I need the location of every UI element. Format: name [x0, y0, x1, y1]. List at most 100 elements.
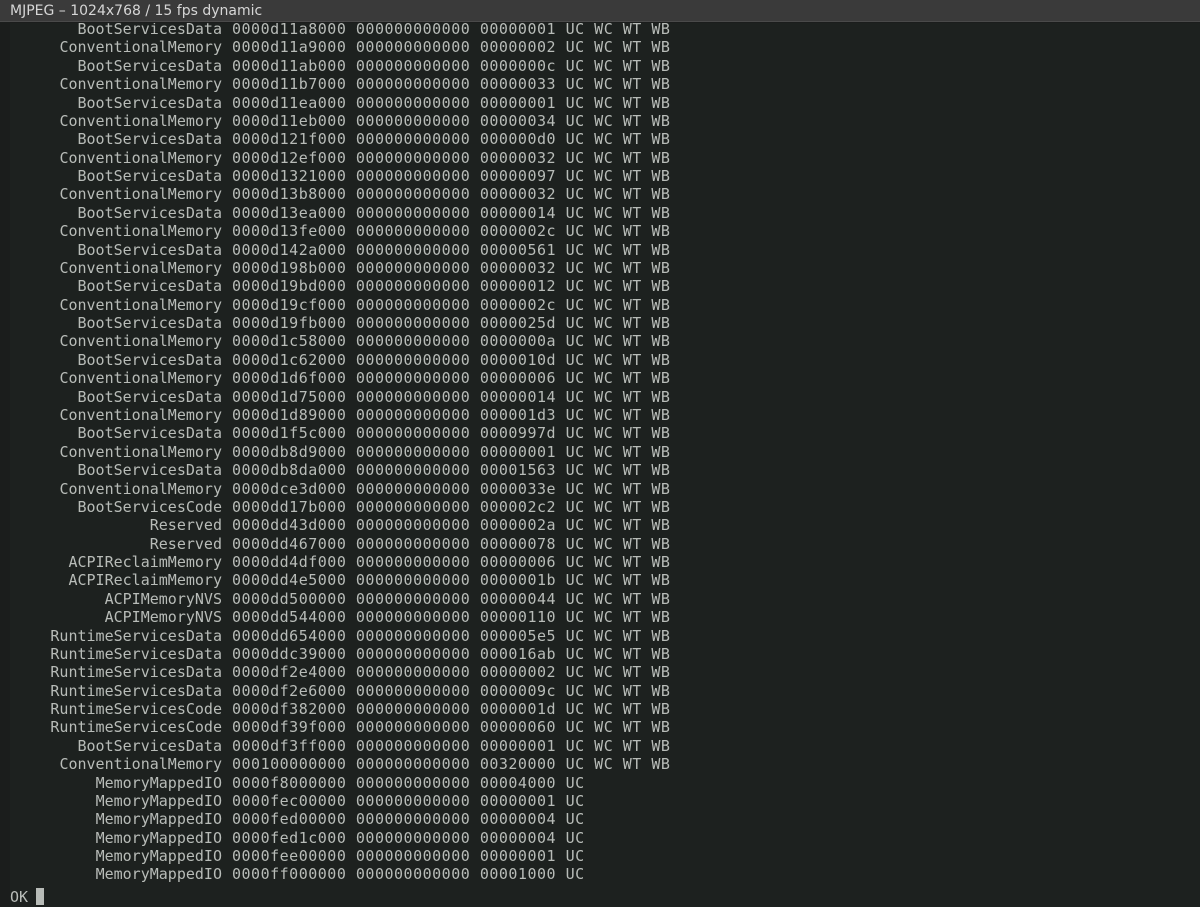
window-title: MJPEG – 1024x768 / 15 fps dynamic	[0, 0, 1200, 22]
attributes: UC WC WT WB	[565, 130, 671, 149]
memory-range-values: 0000d11a9000 000000000000 00000002 UC WC…	[232, 38, 670, 56]
physical-start: 0000fed1c000	[232, 828, 347, 847]
memory-range-values: 0000dd654000 000000000000 000005e5 UC WC…	[232, 627, 670, 645]
attributes: UC WC WT WB	[565, 516, 671, 535]
virtual-start: 000000000000	[355, 589, 471, 608]
physical-start: 0000dce3d000	[232, 479, 347, 498]
physical-start: 0000ddc39000	[232, 644, 347, 663]
memory-range-values: 0000d13b8000 000000000000 00000032 UC WC…	[232, 185, 670, 203]
attributes: UC	[565, 810, 585, 829]
virtual-start: 000000000000	[355, 203, 471, 222]
text-cursor	[36, 888, 45, 905]
attributes: UC WC WT WB	[565, 93, 671, 112]
attributes: UC WC WT WB	[565, 736, 671, 755]
page-count: 00000032	[479, 185, 557, 204]
attributes: UC WC WT WB	[565, 571, 671, 590]
memory-type: ConventionalMemory	[59, 38, 222, 57]
memory-range-values: 0000df39f000 000000000000 00000060 UC WC…	[232, 718, 670, 736]
attributes: UC WC WT WB	[565, 203, 671, 222]
memory-range-values: 000100000000 000000000000 00320000 UC WC…	[232, 755, 670, 773]
memory-range-values: 0000dd17b000 000000000000 000002c2 UC WC…	[232, 498, 670, 516]
page-count: 00000001	[479, 23, 557, 38]
attributes: UC WC WT WB	[565, 461, 671, 480]
attributes: UC	[565, 791, 585, 810]
virtual-start: 000000000000	[355, 865, 471, 884]
virtual-start: 000000000000	[355, 442, 471, 461]
page-count: 00000033	[479, 75, 557, 94]
memory-type: ConventionalMemory	[59, 442, 222, 461]
page-count: 000000d0	[479, 130, 557, 149]
attributes: UC WC WT WB	[565, 387, 671, 406]
virtual-start: 000000000000	[355, 828, 471, 847]
virtual-start: 000000000000	[355, 405, 471, 424]
attributes: UC WC WT WB	[565, 644, 671, 663]
page-count: 00000001	[479, 736, 557, 755]
memory-range-values: 0000df3ff000 000000000000 00000001 UC WC…	[232, 737, 670, 755]
physical-start: 0000d11eb000	[232, 111, 347, 130]
memory-type: ConventionalMemory	[59, 332, 222, 351]
page-count: 00320000	[479, 755, 557, 774]
memory-range-values: 0000dce3d000 000000000000 0000033e UC WC…	[232, 480, 670, 498]
memory-range-values: 0000db8da000 000000000000 00001563 UC WC…	[232, 461, 670, 479]
virtual-start: 000000000000	[355, 222, 471, 241]
physical-start: 0000d11b7000	[232, 75, 347, 94]
physical-start: 0000dd43d000	[232, 516, 347, 535]
page-count: 0000002c	[479, 295, 557, 314]
page-count: 00000032	[479, 258, 557, 277]
memory-type: ConventionalMemory	[59, 479, 222, 498]
virtual-start: 000000000000	[355, 23, 471, 38]
attributes: UC WC WT WB	[565, 479, 671, 498]
page-count: 0000010d	[479, 350, 557, 369]
page-count: 00000078	[479, 534, 557, 553]
memory-type: BootServicesData	[77, 240, 223, 259]
physical-start: 0000d142a000	[232, 240, 347, 259]
page-count: 0000000c	[479, 56, 557, 75]
page-count: 00000034	[479, 111, 557, 130]
virtual-start: 000000000000	[355, 791, 471, 810]
physical-start: 0000d11ea000	[232, 93, 347, 112]
physical-start: 0000dd4df000	[232, 553, 347, 572]
memory-range-values: 0000f8000000 000000000000 00004000 UC	[232, 774, 585, 792]
memory-range-values: 0000d11eb000 000000000000 00000034 UC WC…	[232, 112, 670, 130]
memory-type: Reserved	[149, 534, 222, 553]
attributes: UC WC WT WB	[565, 350, 671, 369]
memory-type: RuntimeServicesData	[50, 626, 222, 645]
memory-type: RuntimeServicesData	[50, 663, 222, 682]
physical-start: 0000d1d89000	[232, 405, 347, 424]
virtual-start: 000000000000	[355, 553, 471, 572]
console-output[interactable]: OK BootServicesData 0000d11a8000 00000000…	[10, 23, 1200, 907]
vnc-viewer-window: MJPEG – 1024x768 / 15 fps dynamic OK Boo…	[0, 0, 1200, 907]
memory-type: ConventionalMemory	[59, 755, 222, 774]
page-count: 00000012	[479, 277, 557, 296]
memory-range-values: 0000d11ea000 000000000000 00000001 UC WC…	[232, 94, 670, 112]
page-count: 00000006	[479, 369, 557, 388]
virtual-start: 000000000000	[355, 755, 471, 774]
virtual-start: 000000000000	[355, 240, 471, 259]
memory-type: ConventionalMemory	[59, 295, 222, 314]
physical-start: 0000d1c62000	[232, 350, 347, 369]
page-count: 00000097	[479, 167, 557, 186]
memory-type: BootServicesData	[77, 130, 223, 149]
physical-start: 000100000000	[232, 755, 347, 774]
attributes: UC WC WT WB	[565, 240, 671, 259]
memory-type: BootServicesData	[77, 23, 223, 38]
virtual-start: 000000000000	[355, 461, 471, 480]
memory-range-values: 0000df2e4000 000000000000 00000002 UC WC…	[232, 663, 670, 681]
memory-type: MemoryMappedIO	[95, 865, 222, 884]
memory-type: ConventionalMemory	[59, 258, 222, 277]
page-count: 00000006	[479, 553, 557, 572]
physical-start: 0000d198b000	[232, 258, 347, 277]
memory-type: BootServicesCode	[77, 497, 223, 516]
page-count: 00000060	[479, 718, 557, 737]
attributes: UC WC WT WB	[565, 663, 671, 682]
memory-range-values: 0000d1c62000 000000000000 0000010d UC WC…	[232, 351, 670, 369]
page-count: 00000001	[479, 442, 557, 461]
physical-start: 0000fee00000	[232, 847, 347, 866]
memory-range-values: 0000df2e6000 000000000000 0000009c UC WC…	[232, 682, 670, 700]
memory-type: MemoryMappedIO	[95, 791, 222, 810]
virtual-start: 000000000000	[355, 93, 471, 112]
command-prompt[interactable]: OK	[10, 887, 45, 907]
virtual-start: 000000000000	[355, 258, 471, 277]
memory-range-values: 0000dd4e5000 000000000000 0000001b UC WC…	[232, 571, 670, 589]
virtual-start: 000000000000	[355, 534, 471, 553]
